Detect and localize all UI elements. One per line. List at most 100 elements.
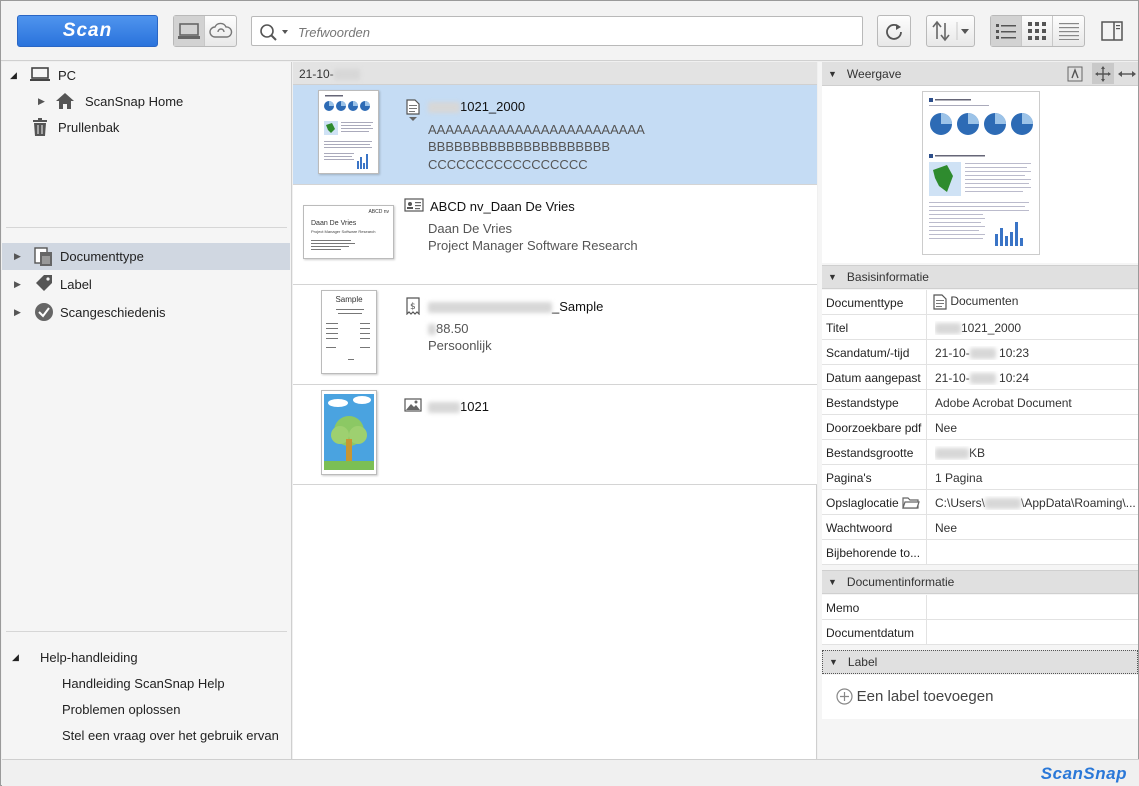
help-link[interactable]: Handleiding ScanSnap Help xyxy=(2,670,290,696)
list-item[interactable]: Sample $ _Sample 88.50 Persoonlijk xyxy=(293,285,817,385)
basic-info-header[interactable]: ▼ Basisinformatie xyxy=(822,265,1138,289)
fit-width-icon[interactable] xyxy=(1116,63,1138,84)
filter-label[interactable]: ▶ Label xyxy=(2,271,290,297)
document-list: 21-10- 1021_2000 AAAAAAAAAAAAAAAAAAAAAAA… xyxy=(293,62,817,759)
tree-item-trash[interactable]: Prullenbak xyxy=(2,114,290,140)
item-text: Daan De Vries xyxy=(428,221,513,236)
thumbnail-view-icon[interactable] xyxy=(1022,16,1053,46)
sort-icon xyxy=(931,20,969,42)
item-title: _Sample xyxy=(428,299,603,314)
item-text: AAAAAAAAAAAAAAAAAAAAAAAAA xyxy=(428,122,645,137)
property-row: Scandatum/-tijd 21-10- 10:23 xyxy=(822,340,1138,365)
property-row[interactable]: Memo xyxy=(822,595,1138,620)
filter-document-type[interactable]: ▶ Documenttype xyxy=(2,243,290,270)
property-row: Pagina's 1 Pagina xyxy=(822,465,1138,490)
pc-view-icon[interactable] xyxy=(174,16,205,46)
document-thumbnail xyxy=(318,90,379,174)
trash-icon xyxy=(32,118,48,139)
search-placeholder[interactable]: Trefwoorden xyxy=(298,25,370,40)
property-row: Titel 1021_2000 xyxy=(822,315,1138,340)
receipt-thumbnail: Sample xyxy=(321,290,377,374)
list-item[interactable]: ABCD nv Daan De Vries Project Manager So… xyxy=(293,185,817,285)
fit-page-icon[interactable] xyxy=(1064,63,1086,84)
cloud-sync-icon[interactable] xyxy=(205,16,236,46)
collapse-icon[interactable]: ▼ xyxy=(828,272,837,282)
business-card-icon xyxy=(404,198,424,215)
list-item[interactable]: 1021_2000 AAAAAAAAAAAAAAAAAAAAAAAAA BBBB… xyxy=(293,85,817,185)
history-icon xyxy=(34,302,54,325)
refresh-button[interactable] xyxy=(877,15,911,47)
divider xyxy=(6,631,287,632)
label-area: Een label toevoegen xyxy=(822,675,1138,719)
item-title: 1021_2000 xyxy=(428,99,525,114)
tree-item-scansnap-home[interactable]: ▶ ScanSnap Home xyxy=(2,88,290,114)
collapse-icon[interactable]: ▼ xyxy=(828,577,837,587)
preview-section-header[interactable]: ▼ Weergave xyxy=(822,62,1138,86)
location-toggle xyxy=(173,15,237,47)
add-label-button[interactable]: Een label toevoegen xyxy=(836,688,993,705)
add-icon xyxy=(836,688,853,705)
search-box[interactable]: Trefwoorden xyxy=(251,16,863,46)
photo-thumbnail xyxy=(321,390,377,475)
filter-scan-history[interactable]: ▶ Scangeschiedenis xyxy=(2,299,290,325)
status-bar: ScanSnap xyxy=(2,759,1139,786)
panel-toggle-icon xyxy=(1101,21,1123,41)
property-row: Bijbehorende to... xyxy=(822,540,1138,565)
pan-icon[interactable] xyxy=(1092,63,1114,84)
item-title: 1021 xyxy=(428,399,489,414)
property-row: Doorzoekbare pdf Nee xyxy=(822,415,1138,440)
sort-button[interactable] xyxy=(926,15,975,47)
item-title: ABCD nv_Daan De Vries xyxy=(430,199,575,214)
collapse-icon[interactable]: ▼ xyxy=(829,657,838,667)
list-view-icon[interactable] xyxy=(991,16,1022,46)
view-mode-toggle xyxy=(990,15,1085,47)
expand-icon[interactable]: ▶ xyxy=(14,279,21,290)
preview-area[interactable] xyxy=(822,86,1138,263)
expand-icon[interactable]: ▶ xyxy=(14,307,21,318)
document-type-icon xyxy=(34,247,54,270)
property-row: Documenttype Documenten xyxy=(822,290,1138,315)
receipt-icon: $ xyxy=(406,297,420,318)
collapse-icon[interactable]: ◢ xyxy=(12,652,19,663)
scan-button[interactable]: Scan xyxy=(17,15,158,47)
details-pane: ▼ Weergave ▼ Basisinformatie Documenttyp… xyxy=(818,62,1138,759)
item-text: BBBBBBBBBBBBBBBBBBBBB xyxy=(428,139,611,154)
document-info-header[interactable]: ▼ Documentinformatie xyxy=(822,570,1138,594)
expand-icon[interactable]: ▶ xyxy=(14,251,21,262)
item-text: Persoonlijk xyxy=(428,338,492,353)
toolbar: Scan Trefwoorden xyxy=(1,1,1138,61)
property-row: Wachtwoord Nee xyxy=(822,515,1138,540)
collapse-icon[interactable]: ◢ xyxy=(10,70,17,81)
home-icon xyxy=(55,92,75,113)
navigation-pane: ◢ PC ▶ ScanSnap Home Prullenbak ▶ Docume… xyxy=(2,62,292,759)
expand-icon[interactable]: ▶ xyxy=(38,96,45,107)
refresh-icon xyxy=(886,24,902,40)
help-link[interactable]: Problemen oplossen xyxy=(2,696,290,722)
property-row: Bestandstype Adobe Acrobat Document xyxy=(822,390,1138,415)
tree-item-pc[interactable]: ◢ PC xyxy=(2,62,290,88)
property-row[interactable]: Documentdatum xyxy=(822,620,1138,645)
divider xyxy=(6,227,287,228)
property-row: Datum aangepast 21-10- 10:24 xyxy=(822,365,1138,390)
detail-list-icon[interactable] xyxy=(1053,16,1084,46)
search-icon[interactable] xyxy=(258,22,292,45)
page-preview xyxy=(922,91,1040,255)
property-row: Bestandsgrootte KB xyxy=(822,440,1138,465)
date-group-header: 21-10- xyxy=(293,62,817,85)
business-card-thumbnail: ABCD nv Daan De Vries Project Manager So… xyxy=(303,205,394,259)
svg-text:$: $ xyxy=(410,302,416,312)
help-link[interactable]: Stel een vraag over het gebruik ervan xyxy=(2,722,290,748)
item-text: Project Manager Software Research xyxy=(428,238,638,253)
label-section-header[interactable]: ▼ Label xyxy=(822,650,1138,674)
help-header[interactable]: ◢ Help-handleiding xyxy=(2,644,290,670)
list-item[interactable]: 1021 xyxy=(293,385,817,485)
collapse-icon[interactable]: ▼ xyxy=(828,69,837,79)
app-window: Scan Trefwoorden ◢ PC ▶ ScanSnap Home Pr… xyxy=(0,0,1139,786)
property-row: Opslaglocatie C:\Users\ \AppData\Roaming\.… xyxy=(822,490,1138,515)
item-text: CCCCCCCCCCCCCCCCC xyxy=(428,157,588,172)
document-icon xyxy=(933,294,947,310)
folder-icon[interactable] xyxy=(902,495,920,512)
computer-icon xyxy=(30,67,50,86)
panel-toggle-button[interactable] xyxy=(1095,15,1129,47)
item-text: 88.50 xyxy=(428,321,469,336)
